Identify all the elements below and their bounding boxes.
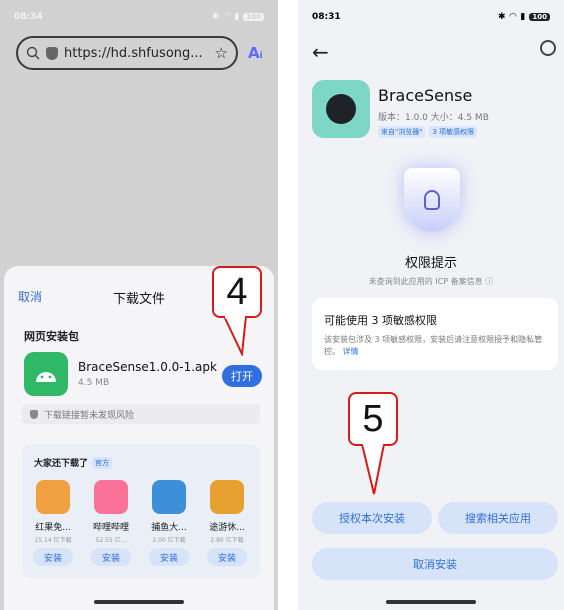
status-icons: ✱ ◠ ▮ 100	[212, 12, 264, 22]
address-bar[interactable]: https://hd.shfusong... ☆	[16, 36, 238, 70]
authorize-install-button[interactable]: 授权本次安装	[312, 502, 432, 534]
bluetooth-icon: ✱	[211, 12, 220, 22]
install-button[interactable]: 安装	[91, 548, 131, 566]
security-shield-icon	[404, 168, 460, 232]
search-related-apps-button[interactable]: 搜索相关应用	[438, 502, 558, 534]
section-label: 网页安装包	[24, 330, 79, 343]
status-bar: 08:31 ✱ ◠ ▮ 100	[298, 0, 564, 34]
app-icon	[312, 80, 370, 138]
open-button[interactable]: 打开	[222, 365, 262, 387]
battery-icon: 100	[243, 13, 264, 21]
app-downloads: 2.00 亿下载	[152, 537, 186, 544]
app-downloads: 52.55 亿...	[95, 537, 127, 544]
back-arrow-icon[interactable]: ←	[312, 40, 329, 64]
app-downloads: 15.14 亿下载	[34, 537, 72, 544]
tracker-puck-icon	[326, 94, 356, 124]
app-name: BraceSense	[378, 86, 473, 105]
shield-icon	[30, 409, 38, 419]
star-icon[interactable]: ☆	[215, 44, 228, 62]
app-meta: 版本：1.0.0 大小：4.5 MB	[378, 113, 489, 123]
recommend-app[interactable]: 途游休... 2.80 亿下载 安装	[199, 480, 255, 566]
install-button[interactable]: 安装	[207, 548, 247, 566]
install-button[interactable]: 安装	[149, 548, 189, 566]
gear-icon[interactable]	[540, 40, 556, 56]
home-indicator	[386, 600, 476, 604]
install-button[interactable]: 安装	[33, 548, 73, 566]
wifi-icon: ◠	[509, 12, 517, 22]
permission-title: 权限提示	[404, 256, 457, 271]
app-downloads: 2.80 亿下载	[210, 537, 244, 544]
app-name: 途游休...	[209, 523, 245, 533]
wifi-icon: ◠	[223, 12, 231, 22]
permission-tag: 3 项敏感权限	[429, 126, 478, 138]
callout-pointer-icon	[360, 444, 386, 495]
battery-icon: 100	[529, 13, 550, 21]
home-indicator	[94, 600, 184, 604]
app-icon	[152, 480, 186, 514]
signal-icon: ▮	[520, 12, 526, 22]
app-icon	[210, 480, 244, 514]
risk-card-body: 该安装包涉及 3 项敏感权限，安装后请注意权限授予和隐私管控。 详情	[324, 334, 546, 358]
android-apk-icon	[24, 352, 68, 396]
status-bar: 08:34 ✱ ◠ ▮ 100	[0, 0, 278, 34]
recommend-app[interactable]: 捕鱼大... 2.00 亿下载 安装	[141, 480, 197, 566]
icp-notice: 未查询到此应用的 ICP 备案信息 ⓘ	[368, 277, 494, 286]
app-name: 红果免...	[35, 523, 71, 533]
recommend-title: 大家还下载了 官方	[34, 456, 113, 469]
ai-assistant-icon[interactable]: Ai	[248, 44, 263, 62]
apk-file-size: 4.5 MB	[78, 378, 110, 388]
app-tags: 来自"浏览器" 3 项敏感权限	[378, 126, 478, 138]
right-phone-screen: 08:31 ✱ ◠ ▮ 100 ← BraceSense 版本：1.0.0 大小…	[298, 0, 564, 610]
url-text: https://hd.shfusong...	[64, 45, 203, 61]
step-callout: 5	[348, 392, 398, 446]
risk-note: 下载链接暂未发现风险	[22, 404, 260, 424]
recommend-title-text: 大家还下载了	[34, 459, 89, 469]
app-name: 捕鱼大...	[151, 523, 187, 533]
risk-card-title: 可能使用 3 项敏感权限	[324, 314, 437, 327]
app-icon	[36, 480, 70, 514]
details-link[interactable]: 详情	[343, 347, 359, 356]
status-time: 08:34	[14, 12, 43, 22]
signal-icon: ▮	[234, 12, 240, 22]
step-callout: 4	[212, 266, 262, 318]
lightbulb-icon	[424, 190, 440, 210]
callout-pointer-icon	[222, 316, 248, 356]
sensitive-permission-card: 可能使用 3 项敏感权限 该安装包涉及 3 项敏感权限，安装后请注意权限授予和隐…	[312, 298, 558, 370]
recommend-app[interactable]: 红果免... 15.14 亿下载 安装	[25, 480, 81, 566]
apk-file-name: BraceSense1.0.0-1.apk	[78, 360, 217, 374]
status-time: 08:31	[312, 12, 341, 22]
site-shield-icon	[46, 46, 58, 60]
cancel-install-button[interactable]: 取消安装	[312, 548, 558, 580]
app-icon	[94, 480, 128, 514]
risk-note-text: 下载链接暂未发现风险	[44, 410, 135, 421]
left-phone-screen: 08:34 ✱ ◠ ▮ 100 https://hd.shfusong... ☆…	[0, 0, 278, 610]
source-tag: 来自"浏览器"	[378, 126, 426, 138]
status-icons: ✱ ◠ ▮ 100	[498, 12, 550, 22]
search-icon	[26, 46, 40, 60]
recommend-app[interactable]: 哔哩哔哩 52.55 亿... 安装	[83, 480, 139, 566]
recommend-card: 大家还下载了 官方 红果免... 15.14 亿下载 安装 哔哩哔哩 52.55…	[22, 444, 260, 578]
app-name: 哔哩哔哩	[92, 523, 129, 533]
official-badge: 官方	[92, 456, 113, 469]
bluetooth-icon: ✱	[497, 12, 506, 22]
